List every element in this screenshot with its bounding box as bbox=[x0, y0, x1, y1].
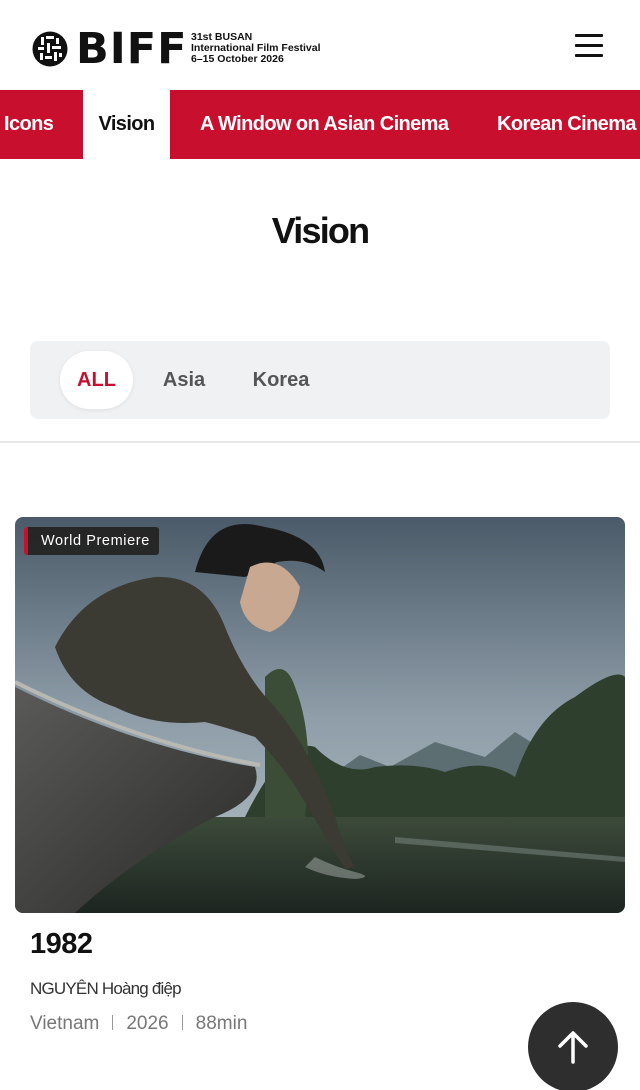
tab-window-on-asian-cinema[interactable]: A Window on Asian Cinema bbox=[200, 90, 449, 159]
festival-dates: 6–15 October 2026 bbox=[191, 53, 284, 65]
region-filter: ALL Asia Korea bbox=[30, 341, 610, 419]
film-year: 2026 bbox=[126, 1013, 169, 1034]
hamburger-menu-icon[interactable] bbox=[572, 31, 606, 61]
film-runtime: 88min bbox=[195, 1013, 248, 1034]
film-meta: Vietnam 2026 88min bbox=[30, 1013, 247, 1035]
biff-logo-text[interactable]: BIFF bbox=[76, 24, 188, 74]
film-title[interactable]: 1982 bbox=[30, 928, 93, 961]
arrow-up-icon bbox=[558, 1031, 588, 1064]
film-director: NGUYÊN Hoàng điệp bbox=[30, 979, 182, 998]
tab-icons[interactable]: Icons bbox=[4, 90, 54, 159]
filter-asia[interactable]: Asia bbox=[154, 351, 214, 409]
festival-info: 31st BUSAN International Film Festival 6… bbox=[191, 32, 321, 65]
film-still-image[interactable] bbox=[15, 517, 625, 913]
site-header: BIFF 31st BUSAN International Film Festi… bbox=[0, 0, 640, 90]
section-tabs: Icons Vision A Window on Asian Cinema Ko… bbox=[0, 90, 640, 159]
section-divider bbox=[0, 441, 640, 443]
meta-separator bbox=[112, 1015, 114, 1030]
film-country: Vietnam bbox=[30, 1013, 100, 1034]
biff-emblem-icon bbox=[32, 31, 68, 67]
premiere-badge: World Premiere bbox=[24, 527, 159, 555]
meta-separator bbox=[181, 1015, 183, 1030]
filter-all[interactable]: ALL bbox=[60, 351, 133, 409]
filter-korea[interactable]: Korea bbox=[244, 351, 318, 409]
tab-korean-cinema[interactable]: Korean Cinema bbox=[497, 90, 637, 159]
back-to-top-button[interactable] bbox=[528, 1002, 618, 1090]
page-title: Vision bbox=[271, 210, 370, 251]
tab-vision[interactable]: Vision bbox=[83, 90, 170, 159]
